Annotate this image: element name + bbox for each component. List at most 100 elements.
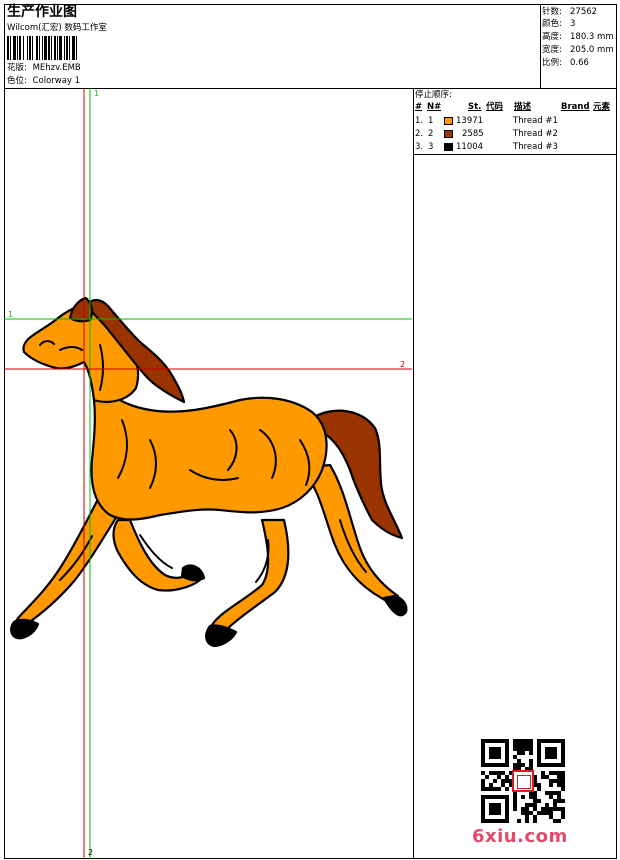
- qr-module: [517, 819, 521, 823]
- qr-module: [541, 807, 545, 811]
- qr-module: [497, 787, 501, 791]
- qr-module: [501, 783, 505, 787]
- qr-module: [557, 779, 561, 783]
- qr-module: [537, 811, 541, 815]
- row-code: 13971: [456, 116, 484, 126]
- qr-module: [549, 811, 553, 815]
- col-header-element: 元素: [593, 102, 611, 112]
- qr-module: [561, 811, 565, 815]
- qr-module: [549, 779, 553, 783]
- qr-module: [521, 807, 525, 811]
- design-file: 花版: MEhzv.EMB: [7, 63, 81, 73]
- qr-module: [549, 783, 553, 787]
- barcode-bar: [23, 36, 24, 60]
- qr-module: [561, 807, 565, 811]
- qr-module: [533, 799, 537, 803]
- horse-near-hind-leg: [300, 463, 400, 604]
- barcode-bar: [59, 36, 62, 60]
- qr-module: [553, 819, 557, 823]
- barcode-bar: [36, 36, 38, 60]
- barcode-bar: [42, 36, 43, 60]
- qr-module: [553, 791, 557, 795]
- stat-stitches: 针数: 27562: [542, 7, 598, 17]
- barcode-bar: [44, 36, 47, 60]
- qr-finder: [545, 747, 557, 759]
- qr-module: [513, 739, 517, 743]
- qr-module: [541, 771, 545, 775]
- row-index: 1.: [415, 116, 424, 126]
- qr-module: [541, 775, 545, 779]
- qr-module: [553, 807, 557, 811]
- qr-module: [521, 751, 525, 755]
- design-value: MEhzv.EMB: [32, 63, 81, 73]
- qr-module: [557, 795, 561, 799]
- col-header-code: 代码: [486, 102, 504, 112]
- qr-module: [545, 791, 549, 795]
- qr-module: [533, 795, 537, 799]
- qr-module: [493, 779, 497, 783]
- qr-module: [493, 787, 497, 791]
- qr-module: [529, 751, 533, 755]
- qr-module: [513, 799, 517, 803]
- barcode-bar: [32, 36, 33, 60]
- qr-module: [489, 771, 493, 775]
- qr-module: [561, 775, 565, 779]
- qr-module: [553, 799, 557, 803]
- qr-module: [521, 795, 525, 799]
- row-index: 3.: [415, 142, 424, 152]
- colorway-label: 色位:: [7, 76, 27, 86]
- color-swatch: [444, 130, 453, 138]
- qr-module: [497, 775, 501, 779]
- qr-module: [529, 759, 533, 763]
- qr-module: [537, 787, 541, 791]
- qr-module: [553, 779, 557, 783]
- guide-label-red-bottom: 2: [88, 848, 94, 857]
- qr-module: [513, 755, 517, 759]
- watermark-text: 6xiu.com: [472, 826, 568, 847]
- qr-module: [557, 783, 561, 787]
- qr-module: [489, 783, 493, 787]
- qr-module: [545, 775, 549, 779]
- barcode-bar: [64, 36, 65, 60]
- qr-module: [517, 739, 521, 743]
- qr-module: [561, 771, 565, 775]
- barcode-bar: [27, 36, 28, 60]
- embroidery-design: [4, 88, 412, 859]
- qr-module: [521, 747, 525, 751]
- barcode-bar: [10, 36, 11, 60]
- col-header-hash: #: [415, 102, 423, 112]
- qr-module: [545, 811, 549, 815]
- qr-module: [513, 795, 517, 799]
- sequence-divider: [413, 154, 617, 155]
- qr-module: [561, 783, 565, 787]
- qr-module: [557, 791, 561, 795]
- qr-module: [481, 771, 485, 775]
- qr-module: [513, 763, 517, 767]
- qr-module: [561, 799, 565, 803]
- qr-module: [521, 739, 525, 743]
- qr-module: [533, 819, 537, 823]
- qr-module: [481, 787, 485, 791]
- qr-module: [549, 807, 553, 811]
- row-code: 11004: [456, 142, 484, 152]
- qr-module: [521, 811, 525, 815]
- row-index: 2.: [415, 129, 424, 139]
- qr-module: [549, 771, 553, 775]
- qr-module: [493, 771, 497, 775]
- qr-module: [513, 803, 517, 807]
- barcode-bar: [19, 36, 21, 60]
- barcode-bar: [17, 36, 18, 60]
- qr-module: [557, 807, 561, 811]
- qr-module: [489, 787, 493, 791]
- stat-scale: 比例: 0.66: [542, 58, 589, 68]
- qr-module: [517, 743, 521, 747]
- qr-module: [557, 775, 561, 779]
- horse-far-hind-leg: [210, 518, 290, 635]
- row-desc: Thread #1: [513, 116, 558, 126]
- qr-module: [525, 743, 529, 747]
- horse-near-hind-hoof: [382, 594, 408, 617]
- qr-module: [525, 747, 529, 751]
- barcode-bar: [69, 36, 70, 60]
- qr-module: [517, 751, 521, 755]
- qr-module: [513, 747, 517, 751]
